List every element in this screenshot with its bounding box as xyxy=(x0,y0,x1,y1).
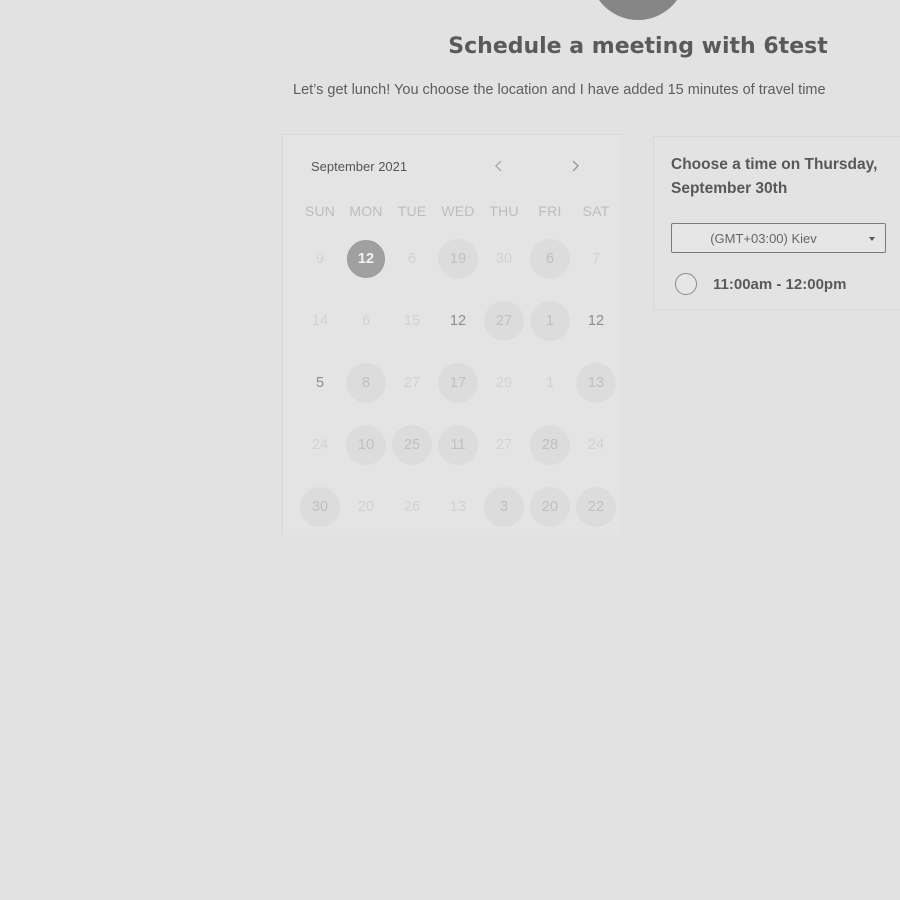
calendar-day: 6 xyxy=(407,251,417,267)
weekday-label: WED xyxy=(441,203,475,219)
prev-month-button[interactable] xyxy=(493,159,513,181)
calendar-day: 24 xyxy=(311,437,329,453)
calendar-day[interactable]: 20 xyxy=(530,487,570,527)
calendar-week-row: 14 6 15 12 27 1 12 xyxy=(297,301,622,363)
calendar-day[interactable]: 8 xyxy=(346,363,386,403)
timezone-select[interactable]: (GMT+03:00) Kiev xyxy=(671,223,886,253)
weekday-label: THU xyxy=(489,203,519,219)
calendar-day: 7 xyxy=(591,251,601,267)
calendar-day[interactable]: 6 xyxy=(530,239,570,279)
day-grid: 9 12 6 19 30 6 7 14 6 15 12 27 1 12 5 8 27 17 29 1 13 24 10 25 1… xyxy=(297,239,622,549)
next-month-button[interactable] xyxy=(569,159,589,181)
time-slot-label: 11:00am - 12:00pm xyxy=(713,275,847,293)
calendar-day: 5 xyxy=(315,375,325,391)
calendar-day: 20 xyxy=(357,499,375,515)
calendar-day: 13 xyxy=(449,499,467,515)
weekday-label: FRI xyxy=(538,203,562,219)
calendar-day: 26 xyxy=(403,499,421,515)
calendar-day[interactable]: 25 xyxy=(392,425,432,465)
weekday-header: SUN MON TUE WED THU FRI SAT xyxy=(297,203,619,219)
radio-button[interactable] xyxy=(675,273,697,295)
calendar-day[interactable]: 10 xyxy=(346,425,386,465)
calendar-day: 12 xyxy=(587,313,605,329)
calendar-day[interactable]: 27 xyxy=(484,301,524,341)
calendar-day: 15 xyxy=(403,313,421,329)
host-avatar xyxy=(590,0,686,20)
calendar-day[interactable]: 1 xyxy=(530,301,570,341)
page-title: Schedule a meeting with 6test xyxy=(448,34,828,59)
calendar-day[interactable]: 3 xyxy=(484,487,524,527)
weekday-label: SAT xyxy=(582,203,610,219)
chevron-left-icon xyxy=(495,160,502,172)
weekday-label: MON xyxy=(349,203,383,219)
calendar-day: 9 xyxy=(315,251,325,267)
calendar-week-row: 24 10 25 11 27 28 24 xyxy=(297,425,622,487)
timezone-value: (GMT+03:00) Kiev xyxy=(710,231,817,246)
calendar-day: 29 xyxy=(495,375,513,391)
calendar-week-row: 5 8 27 17 29 1 13 xyxy=(297,363,622,425)
calendar-day[interactable]: 19 xyxy=(438,239,478,279)
calendar-day: 27 xyxy=(403,375,421,391)
weekday-label: TUE xyxy=(397,203,427,219)
calendar-week-row: 9 12 6 19 30 6 7 xyxy=(297,239,622,301)
time-slot-option[interactable]: 11:00am - 12:00pm xyxy=(675,273,846,295)
calendar-day[interactable]: 17 xyxy=(438,363,478,403)
time-heading: Choose a time on Thursday, September 30t… xyxy=(671,156,878,197)
weekday-label: SUN xyxy=(304,203,336,219)
selected-day[interactable]: 12 xyxy=(347,240,385,278)
date-picker: September 2021 SUN MON TUE WED THU FRI S… xyxy=(282,134,622,535)
calendar-day: 12 xyxy=(449,313,467,329)
calendar-day: 30 xyxy=(495,251,513,267)
calendar-day: 24 xyxy=(587,437,605,453)
calendar-day: 14 xyxy=(311,313,329,329)
calendar-day: 1 xyxy=(545,375,555,391)
calendar-week-row: 30 20 26 13 3 20 22 xyxy=(297,487,622,549)
time-slot-panel: Choose a time on Thursday, September 30t… xyxy=(653,136,900,310)
calendar-day[interactable]: 22 xyxy=(576,487,616,527)
calendar-day[interactable]: 30 xyxy=(300,487,340,527)
calendar-day: 27 xyxy=(495,437,513,453)
calendar-day[interactable]: 13 xyxy=(576,363,616,403)
page-subtitle: Let’s get lunch! You choose the location… xyxy=(293,82,826,98)
calendar-day[interactable]: 28 xyxy=(530,425,570,465)
month-label: September 2021 xyxy=(311,159,408,174)
caret-down-icon xyxy=(869,237,875,241)
calendar-day[interactable]: 11 xyxy=(438,425,478,465)
chevron-right-icon xyxy=(572,160,579,172)
calendar-day: 6 xyxy=(361,313,371,329)
